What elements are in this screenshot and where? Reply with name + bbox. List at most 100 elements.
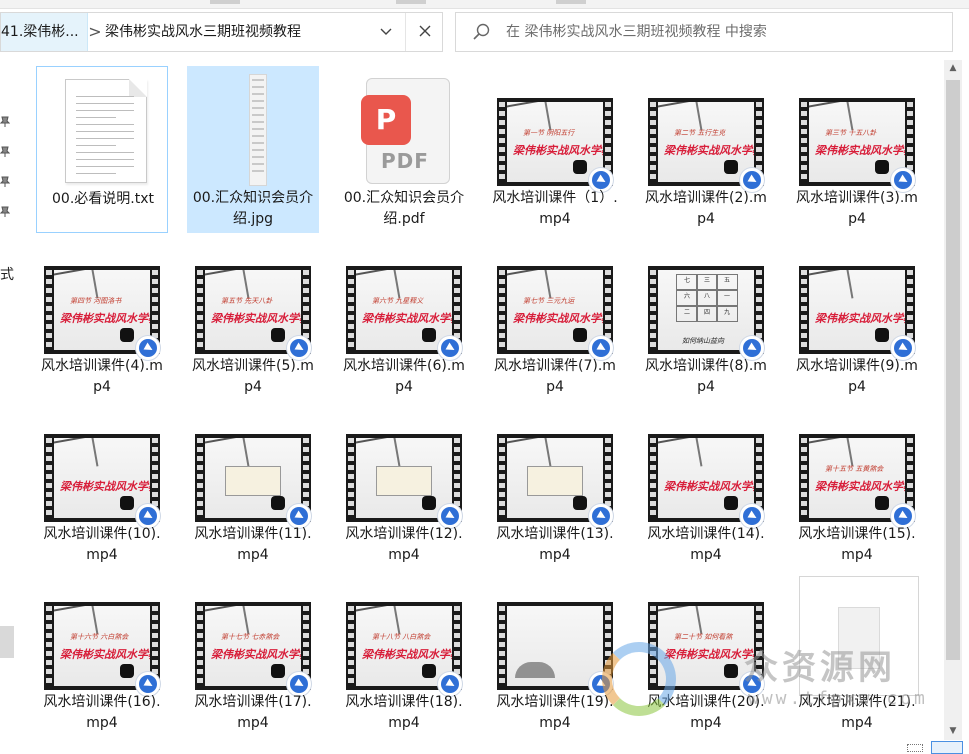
pin-icon[interactable] bbox=[0, 116, 14, 130]
video-frame-title: 梁伟彬实战风水学教程 bbox=[815, 144, 905, 157]
grid-cell: 二 bbox=[676, 306, 698, 322]
large-icons-view-icon[interactable] bbox=[931, 741, 963, 754]
play-arrow-icon bbox=[445, 678, 457, 690]
file-item[interactable]: 第六节 九星释义梁伟彬实战风水学教程风水培训课件(6).mp4 bbox=[338, 234, 470, 401]
video-frame-title: 梁伟彬实战风水学教程 bbox=[60, 480, 150, 493]
file-item[interactable]: 第一节 阴阳五行梁伟彬实战风水学教程风水培训课件（1）.mp4 bbox=[489, 66, 621, 233]
player-app-icon-inner bbox=[290, 339, 308, 357]
file-thumbnail: 第五节 先天八卦梁伟彬实战风水学教程 bbox=[195, 240, 311, 360]
file-name: 风水培训课件(7).mp4 bbox=[494, 358, 616, 395]
film-holes bbox=[649, 606, 657, 686]
video-frame: 梁伟彬实战风水学教程 bbox=[809, 270, 905, 350]
file-name: 风水培训课件(6).mp4 bbox=[343, 358, 465, 395]
file-item[interactable]: 第二十节 如何看煞梁伟彬实战风水学教程风水培训课件(20).mp4 bbox=[640, 570, 772, 737]
scroll-up-icon[interactable]: ▲ bbox=[944, 60, 962, 77]
play-arrow-icon bbox=[747, 342, 759, 354]
grid-cell: 四 bbox=[696, 306, 718, 322]
file-item[interactable]: 第五节 先天八卦梁伟彬实战风水学教程风水培训课件(5).mp4 bbox=[187, 234, 319, 401]
file-item[interactable]: 风水培训课件(21).mp4 bbox=[791, 570, 923, 737]
grid-cell: 一 bbox=[716, 290, 738, 306]
video-frame: 第十七节 七赤煞会梁伟彬实战风水学教程 bbox=[205, 606, 301, 686]
file-item[interactable]: 风水培训课件(11).mp4 bbox=[187, 402, 319, 569]
file-thumbnail: 第十五节 五黄煞会梁伟彬实战风水学教程 bbox=[799, 408, 915, 528]
nav-item-label[interactable]: 式 bbox=[0, 264, 14, 284]
scrollbar-thumb[interactable] bbox=[946, 80, 960, 660]
player-app-icon-inner bbox=[139, 339, 157, 357]
video-frame: 第三节 十五八卦梁伟彬实战风水学教程 bbox=[809, 102, 905, 182]
video-frame-title: 梁伟彬实战风水学教程 bbox=[362, 312, 452, 325]
file-item[interactable]: 风水培训课件(19).mp4 bbox=[489, 570, 621, 737]
video-frame-heading: 第七节 三元九运 bbox=[523, 297, 575, 305]
pin-icon[interactable] bbox=[0, 206, 14, 220]
play-arrow-icon bbox=[898, 510, 910, 522]
file-item[interactable]: 第十七节 七赤煞会梁伟彬实战风水学教程风水培训课件(17).mp4 bbox=[187, 570, 319, 737]
file-grid: 00.必看说明.txt 00.汇众知识会员介绍.jpg P PDF 00.汇众知识会员介… bbox=[18, 60, 942, 753]
details-view-icon[interactable] bbox=[907, 744, 923, 752]
file-name: 风水培训课件(16).mp4 bbox=[43, 694, 161, 731]
seal-stamp bbox=[875, 496, 889, 510]
file-sheet bbox=[838, 607, 880, 669]
video-frame bbox=[507, 606, 603, 686]
film-holes bbox=[649, 438, 657, 518]
video-frame: 第二节 五行生克梁伟彬实战风水学教程 bbox=[658, 102, 754, 182]
pin-icon[interactable] bbox=[0, 146, 14, 160]
video-frame-title: 梁伟彬实战风水学教程 bbox=[362, 648, 452, 661]
breadcrumb-current[interactable]: 梁伟彬实战风水三期班视频教程 bbox=[105, 13, 301, 51]
film-holes bbox=[649, 102, 657, 182]
video-frame-heading: 第三节 十五八卦 bbox=[825, 129, 877, 137]
file-item[interactable]: 00.汇众知识会员介绍.jpg bbox=[187, 66, 319, 233]
pdf-label: PDF bbox=[381, 149, 429, 173]
file-item[interactable]: 梁伟彬实战风水学教程风水培训课件(14).mp4 bbox=[640, 402, 772, 569]
file-item[interactable]: 第十五节 五黄煞会梁伟彬实战风水学教程风水培训课件(15).mp4 bbox=[791, 402, 923, 569]
seal-stamp bbox=[271, 328, 285, 342]
pin-icon[interactable] bbox=[0, 176, 14, 190]
film-holes bbox=[498, 606, 506, 686]
film-holes bbox=[800, 270, 808, 350]
file-thumbnail: 第二十节 如何看煞梁伟彬实战风水学教程 bbox=[648, 576, 764, 696]
text-line bbox=[76, 124, 134, 125]
play-arrow-icon bbox=[143, 678, 155, 690]
search-input[interactable]: 在 梁伟彬实战风水三期班视频教程 中搜索 bbox=[506, 13, 767, 51]
seal-stamp bbox=[422, 328, 436, 342]
player-app-icon-inner bbox=[441, 507, 459, 525]
file-item[interactable]: 第四节 河图洛书梁伟彬实战风水学教程风水培训课件(4).mp4 bbox=[36, 234, 168, 401]
file-item[interactable]: P PDF 00.汇众知识会员介绍.pdf bbox=[338, 66, 470, 233]
file-item[interactable]: 第十六节 六白煞会梁伟彬实战风水学教程风水培训课件(16).mp4 bbox=[36, 570, 168, 737]
file-item[interactable]: 风水培训课件(12).mp4 bbox=[338, 402, 470, 569]
file-item[interactable]: 00.必看说明.txt bbox=[36, 66, 168, 233]
seal-stamp bbox=[573, 160, 587, 174]
video-frame-heading: 第十八节 八白煞会 bbox=[372, 633, 431, 641]
file-item[interactable]: 第七节 三元九运梁伟彬实战风水学教程风水培训课件(7).mp4 bbox=[489, 234, 621, 401]
video-frame-heading: 第二节 五行生克 bbox=[674, 129, 726, 137]
file-item[interactable]: 梁伟彬实战风水学教程风水培训课件(10).mp4 bbox=[36, 402, 168, 569]
file-name: 00.汇众知识会员介绍.pdf bbox=[343, 190, 465, 227]
screenshot-window bbox=[376, 466, 432, 496]
file-item[interactable]: 第二节 五行生克梁伟彬实战风水学教程风水培训课件(2).mp4 bbox=[640, 66, 772, 233]
file-name: 风水培训课件（1）.mp4 bbox=[492, 190, 618, 227]
file-item[interactable]: 梁伟彬实战风水学教程风水培训课件(9).mp4 bbox=[791, 234, 923, 401]
file-item[interactable]: 风水培训课件(13).mp4 bbox=[489, 402, 621, 569]
breadcrumb-parent[interactable]: 41.梁伟彬... bbox=[1, 13, 88, 51]
close-icon[interactable] bbox=[405, 13, 444, 51]
video-frame-heading: 第十七节 七赤煞会 bbox=[221, 633, 280, 641]
text-line bbox=[76, 138, 134, 139]
grid-cell: 八 bbox=[696, 290, 718, 306]
file-item[interactable]: 第十八节 八白煞会梁伟彬实战风水学教程风水培训课件(18).mp4 bbox=[338, 570, 470, 737]
file-item[interactable]: 第三节 十五八卦梁伟彬实战风水学教程风水培训课件(3).mp4 bbox=[791, 66, 923, 233]
scroll-down-icon[interactable]: ▼ bbox=[944, 723, 962, 740]
file-name: 风水培训课件(21).mp4 bbox=[798, 694, 916, 731]
search-box[interactable]: 在 梁伟彬实战风水三期班视频教程 中搜索 bbox=[455, 12, 953, 52]
grid-cell: 七 bbox=[676, 274, 698, 290]
play-arrow-icon bbox=[294, 678, 306, 690]
chevron-down-icon[interactable] bbox=[372, 13, 400, 51]
vertical-scrollbar[interactable]: ▲ ▼ bbox=[944, 60, 962, 740]
file-thumbnail bbox=[45, 73, 161, 188]
file-name: 风水培训课件(9).mp4 bbox=[796, 358, 918, 395]
film-holes bbox=[800, 438, 808, 518]
seal-stamp bbox=[724, 664, 738, 678]
file-name: 风水培训课件(15).mp4 bbox=[798, 526, 916, 563]
file-item[interactable]: 七三五六八一二四九如何纳山益向 风水培训课件(8).mp4 bbox=[640, 234, 772, 401]
nav-item-selected[interactable] bbox=[0, 626, 14, 658]
address-bar[interactable]: 41.梁伟彬... > 梁伟彬实战风水三期班视频教程 bbox=[0, 12, 443, 52]
breadcrumb-separator-icon[interactable]: > bbox=[87, 13, 103, 51]
